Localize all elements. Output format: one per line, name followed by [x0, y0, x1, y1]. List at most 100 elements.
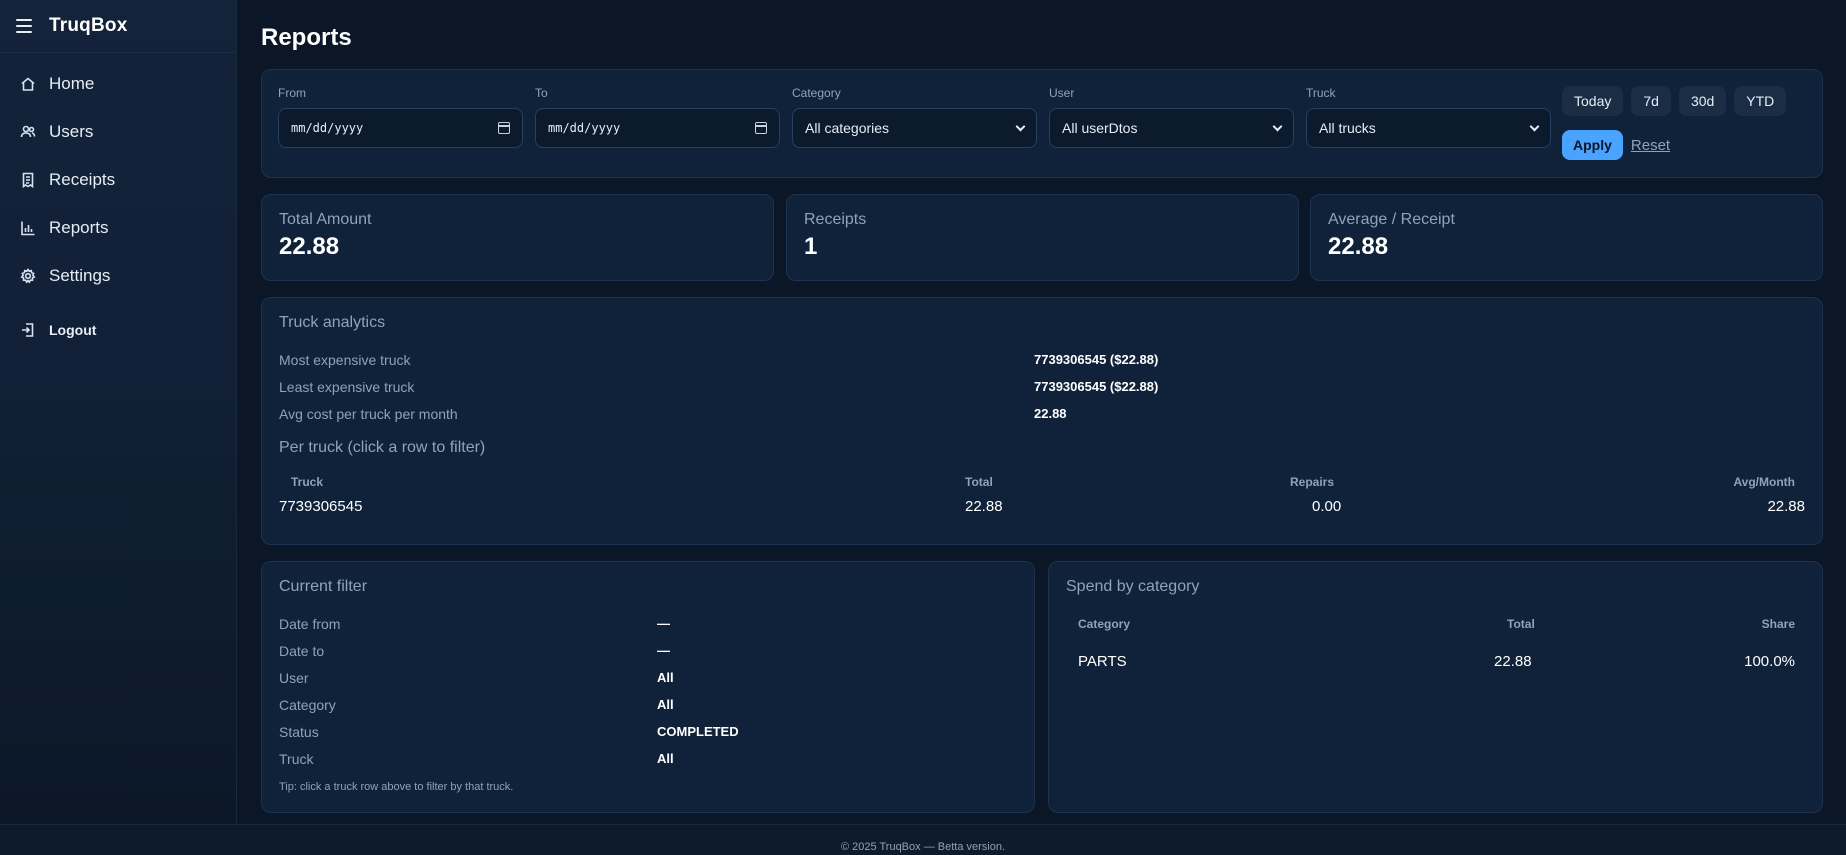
kv-key: User — [279, 670, 309, 686]
kv-key: Most expensive truck — [279, 352, 411, 368]
stat-value: 22.88 — [1328, 233, 1389, 260]
ytd-button[interactable]: YTD — [1734, 86, 1787, 116]
kv-key: Date to — [279, 643, 325, 659]
from-date-input[interactable]: mm/dd/yyyy — [278, 108, 523, 148]
sidebar-item-settings[interactable]: Settings — [0, 252, 236, 300]
current-filter-panel: Current filter Date from — Date to — Use… — [261, 561, 1035, 813]
stat-label: Average / Receipt — [1328, 211, 1455, 228]
stat-label: Total Amount — [279, 211, 372, 228]
kv-value: All — [657, 670, 674, 685]
sidebar-item-label: Reports — [49, 218, 109, 237]
bar-chart-icon — [20, 220, 36, 236]
filter-date-to-row: Date to — — [279, 643, 670, 659]
kv-value: 22.88 — [1034, 406, 1067, 421]
column-header-category: Category — [1078, 617, 1131, 631]
sidebar-item-home[interactable]: Home — [0, 60, 236, 108]
to-label: To — [535, 86, 548, 100]
avg-cost-truck-row: Avg cost per truck per month 22.88 — [279, 406, 1067, 422]
kv-value: — — [657, 616, 670, 631]
category-label: Category — [792, 86, 841, 100]
sidebar-header: TruqBox — [0, 0, 236, 53]
filter-date-from-row: Date from — — [279, 616, 670, 632]
to-date-input[interactable]: mm/dd/yyyy — [535, 108, 780, 148]
logout-button[interactable]: Logout — [0, 306, 236, 354]
truck-analytics-title: Truck analytics — [279, 314, 386, 331]
cell-total: 22.88 — [1494, 653, 1532, 670]
30d-button[interactable]: 30d — [1678, 86, 1727, 116]
filter-status-row: Status COMPLETED — [279, 724, 739, 740]
kv-key: Category — [279, 697, 336, 713]
column-header-total: Total — [1507, 617, 1535, 631]
footer: © 2025 TruqBox — Betta version. — [0, 824, 1846, 855]
footer-text: © 2025 TruqBox — Betta version. — [840, 841, 1006, 853]
reset-link[interactable]: Reset — [1631, 137, 1670, 154]
user-field: User All userDtos — [1049, 86, 1294, 148]
receipt-icon — [20, 172, 36, 188]
column-header-avg-month: Avg/Month — [1733, 475, 1795, 489]
sidebar-item-reports[interactable]: Reports — [0, 204, 236, 252]
user-select[interactable]: All userDtos — [1049, 108, 1294, 148]
cell-avg-month: 22.88 — [1767, 498, 1805, 515]
filter-user-row: User All — [279, 670, 674, 686]
least-expensive-truck-row: Least expensive truck 7739306545 ($22.88… — [279, 379, 1158, 395]
from-field: From mm/dd/yyyy — [278, 86, 523, 148]
sidebar-item-label: Receipts — [49, 170, 116, 189]
filter-truck-row: Truck All — [279, 751, 674, 767]
kv-value: — — [657, 643, 670, 658]
sidebar-item-receipts[interactable]: Receipts — [0, 156, 236, 204]
category-select[interactable]: All categories — [792, 108, 1037, 148]
to-field: To mm/dd/yyyy — [535, 86, 780, 148]
table-row[interactable]: 7739306545 22.88 0.00 22.88 — [262, 494, 1822, 524]
sidebar-nav: Home Users Receipts Reports Settings Log… — [0, 53, 236, 354]
spend-title: Spend by category — [1066, 578, 1200, 595]
home-icon — [20, 76, 36, 92]
calendar-icon[interactable] — [498, 122, 510, 134]
kv-value: COMPLETED — [657, 724, 739, 739]
kv-key: Date from — [279, 616, 341, 632]
stat-value: 22.88 — [279, 233, 340, 260]
chevron-down-icon — [1272, 121, 1283, 131]
sidebar-item-label: Settings — [49, 266, 111, 285]
kv-value: All — [657, 697, 674, 712]
kv-key: Least expensive truck — [279, 379, 415, 395]
kv-key: Status — [279, 724, 319, 740]
gear-icon — [20, 268, 36, 284]
stat-card-receipts: Receipts 1 — [786, 194, 1299, 281]
app-title: TruqBox — [49, 15, 128, 36]
filter-category-row: Category All — [279, 697, 674, 713]
cell-category: PARTS — [1078, 653, 1127, 670]
per-truck-title: Per truck (click a row to filter) — [279, 439, 486, 456]
column-header-total: Total — [965, 475, 993, 489]
cell-repairs: 0.00 — [1312, 498, 1342, 515]
today-button[interactable]: Today — [1562, 86, 1624, 116]
current-filter-title: Current filter — [279, 578, 368, 595]
from-label: From — [278, 86, 306, 100]
chevron-down-icon — [1529, 121, 1540, 131]
sidebar-item-users[interactable]: Users — [0, 108, 236, 156]
truck-select[interactable]: All trucks — [1306, 108, 1551, 148]
menu-icon[interactable] — [16, 19, 32, 33]
sidebar-item-label: Home — [49, 74, 95, 93]
kv-value: All — [657, 751, 674, 766]
truck-label: Truck — [1306, 86, 1336, 100]
filters-panel: From mm/dd/yyyy To mm/dd/yyyy Category A… — [261, 69, 1823, 178]
users-icon — [20, 124, 36, 140]
kv-key: Truck — [279, 751, 314, 767]
column-header-share: Share — [1761, 617, 1795, 631]
cell-truck: 7739306545 — [279, 498, 363, 515]
page-title: Reports — [261, 24, 352, 51]
user-label: User — [1049, 86, 1075, 100]
apply-button[interactable]: Apply — [1562, 130, 1623, 160]
truck-analytics-panel: Truck analytics Most expensive truck 773… — [261, 297, 1823, 545]
stat-label: Receipts — [804, 211, 867, 228]
from-date-placeholder: mm/dd/yyyy — [291, 121, 364, 135]
column-header-truck: Truck — [291, 475, 324, 489]
most-expensive-truck-row: Most expensive truck 7739306545 ($22.88) — [279, 352, 1158, 368]
kv-value: 7739306545 ($22.88) — [1034, 379, 1159, 394]
truck-select-value: All trucks — [1319, 120, 1376, 136]
truck-field: Truck All trucks — [1306, 86, 1551, 148]
sidebar-item-label: Users — [49, 122, 94, 141]
7d-button[interactable]: 7d — [1631, 86, 1671, 116]
calendar-icon[interactable] — [755, 122, 767, 134]
stat-card-total-amount: Total Amount 22.88 — [261, 194, 774, 281]
